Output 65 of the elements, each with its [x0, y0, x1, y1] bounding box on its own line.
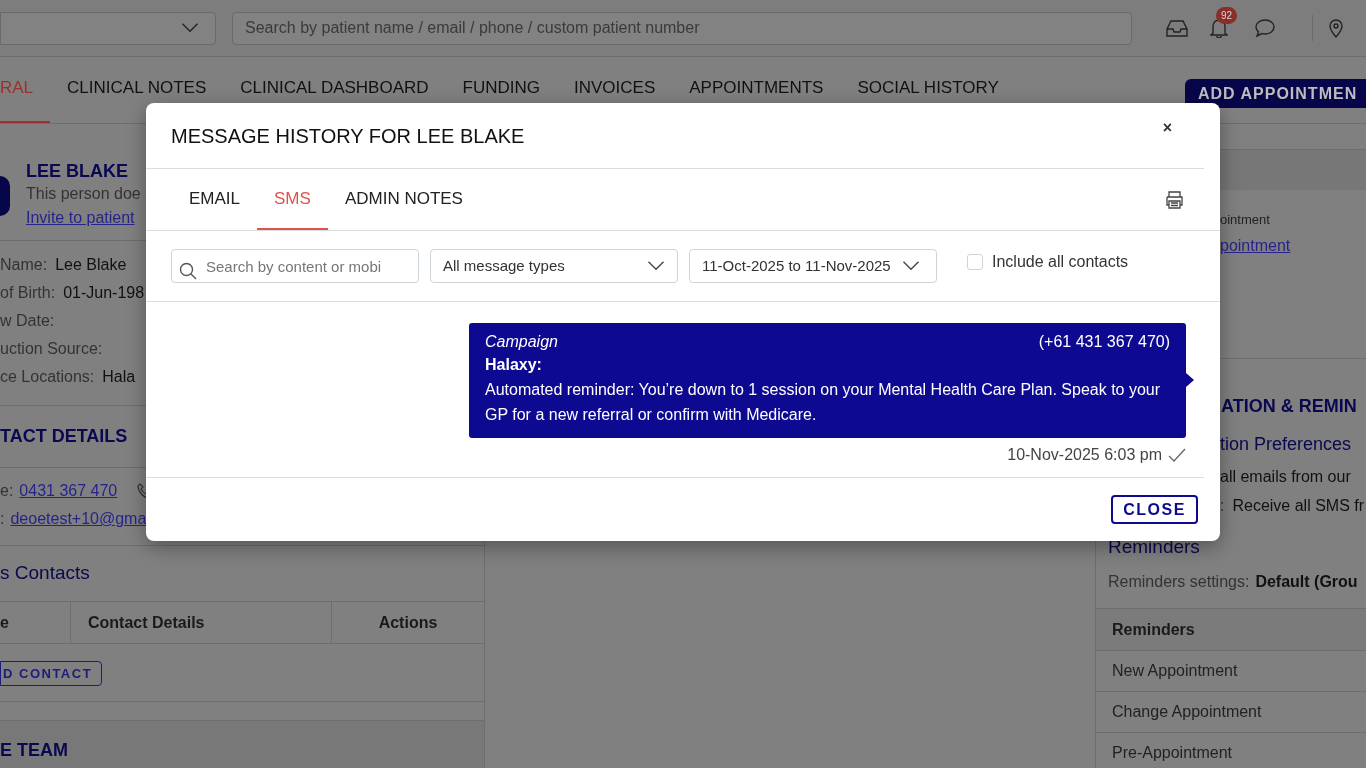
message-type: Campaign [485, 332, 558, 352]
chat-icon[interactable] [1254, 18, 1276, 38]
field-value: 01-Jun-198 [63, 283, 145, 303]
chevron-down-icon [181, 23, 199, 33]
page-tab[interactable]: CLINICAL NOTES [50, 57, 224, 123]
reminder-row-text: Pre-Appointment [1112, 743, 1233, 763]
include-contacts-checkbox[interactable] [967, 254, 983, 270]
column-header: Actions [331, 602, 484, 643]
invite-link[interactable]: Invite to patient [26, 206, 141, 230]
patient-name: LEE BLAKE [26, 160, 129, 182]
column-header: Reminders [1112, 619, 1195, 640]
section-title: s Contacts [0, 561, 90, 586]
field-label: ce Locations: [0, 367, 95, 387]
notification-badge: 92 [1216, 7, 1238, 24]
field-value: Lee Blake [55, 255, 127, 275]
add-contact-button[interactable]: D CONTACT [0, 661, 102, 687]
print-icon[interactable] [1165, 190, 1184, 209]
message-phone: (+61 431 367 470) [1038, 332, 1170, 352]
email-preference: all emails from our [1220, 467, 1352, 487]
reminders-title: Reminders [1108, 536, 1201, 558]
email-link[interactable]: deoetest+10@gma [10, 507, 147, 531]
field-value: Hala [102, 367, 136, 387]
appointment-link[interactable]: pointment [1220, 233, 1366, 258]
message-text: Automated reminder: You’re down to 1 session on your Mental Health Care Plan. Speak to your GP for a new referral or confirm with Medicare. [485, 380, 1162, 425]
dialog-tab[interactable]: ADMIN NOTES [327, 169, 480, 230]
message-search-field[interactable]: Search by content or mobi [171, 249, 419, 283]
field-label: : [0, 509, 5, 529]
chevron-down-icon [647, 261, 665, 271]
inbox-icon[interactable] [1166, 19, 1188, 37]
dialog-tab[interactable]: EMAIL [172, 169, 258, 230]
field-value: Default (Grou [1255, 572, 1358, 592]
patient-search-field[interactable]: Search by patient name / email / phone / custom patient number [232, 11, 1132, 45]
dialog-tab[interactable]: SMS [257, 169, 328, 230]
sms-preference: Receive all SMS fr [1232, 496, 1365, 516]
field-label: uction Source: [0, 339, 103, 359]
column-header: e [0, 612, 10, 633]
reminder-row-text: New Appointment [1112, 661, 1238, 681]
date-range-select[interactable]: 11-Oct-2025 to 11-Nov-2025 [689, 249, 937, 283]
section-title: ATION & REMIN [1221, 395, 1357, 418]
reminder-row-text: Change Appointment [1112, 702, 1262, 722]
checkbox-label: Include all contacts [992, 252, 1129, 272]
close-button[interactable]: CLOSE [1111, 495, 1198, 524]
section-title: TACT DETAILS [0, 425, 128, 448]
phone-link[interactable]: 0431 367 470 [19, 479, 118, 503]
field-label: Reminders settings: [1108, 572, 1250, 592]
bell-icon[interactable] [1210, 18, 1228, 38]
chevron-down-icon [902, 261, 920, 271]
message-time: 10-Nov-2025 6:03 pm [1007, 445, 1162, 465]
preferences-title: tion Preferences [1220, 433, 1353, 456]
search-icon [179, 262, 197, 280]
field-label: e: [0, 481, 14, 501]
column-header: Contact Details [70, 602, 331, 643]
message-type-select[interactable]: All message types [430, 249, 678, 283]
dialog-title: MESSAGE HISTORY FOR LEE BLAKE [171, 123, 525, 149]
section-title: E TEAM [0, 739, 68, 762]
field-label: of Birth: [0, 283, 56, 303]
appointment-label: ointment [1220, 211, 1271, 229]
avatar [0, 176, 10, 216]
field-label: : [1220, 496, 1225, 516]
location-pin-icon[interactable] [1329, 18, 1343, 38]
message-sender: Halaxy: [485, 355, 543, 375]
field-label: Name: [0, 255, 48, 275]
field-label: w Date: [0, 311, 55, 331]
patient-note: This person doe [26, 184, 141, 204]
add-appointment-button[interactable]: ADD APPOINTMEN [1185, 79, 1366, 108]
